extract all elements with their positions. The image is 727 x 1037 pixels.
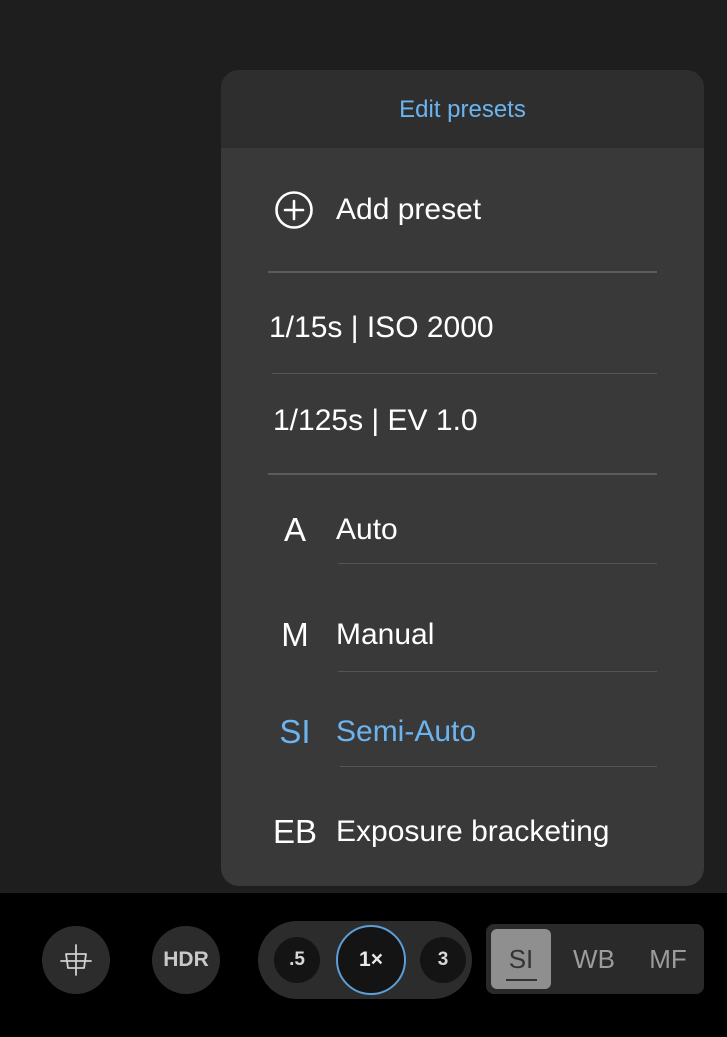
hdr-label: HDR <box>163 948 209 971</box>
mode-abbr: EB <box>272 813 318 850</box>
zoom-1x-button[interactable]: 1× <box>336 925 406 995</box>
divider <box>340 766 657 767</box>
zoom-selector: .5 1× 3 <box>258 921 472 999</box>
plus-circle-icon <box>274 190 314 230</box>
grid-button[interactable] <box>42 926 110 994</box>
add-preset-item[interactable]: Add preset <box>221 180 704 240</box>
mode-abbr: M <box>281 616 309 653</box>
divider <box>268 473 657 475</box>
saved-preset-label: 1/15s | ISO 2000 <box>269 311 494 344</box>
mode-selector: SI WB MF <box>486 924 704 994</box>
mode-wb-button[interactable]: WB <box>562 929 626 989</box>
mode-item-exposure-bracketing[interactable]: EB Exposure bracketing <box>221 802 704 862</box>
mode-label: Manual <box>336 618 435 651</box>
selected-underline <box>506 979 537 981</box>
mode-abbr: SI <box>279 713 311 750</box>
hdr-button[interactable]: HDR <box>152 926 220 994</box>
mode-si-button[interactable]: SI <box>491 929 551 989</box>
grid-crosshair-icon <box>58 942 94 978</box>
mode-item-manual[interactable]: M Manual <box>221 605 704 665</box>
saved-preset-item[interactable]: 1/125s | EV 1.0 <box>221 391 704 451</box>
menu-header: Edit presets <box>221 70 704 148</box>
mode-item-auto[interactable]: A Auto <box>221 500 704 560</box>
mode-label: Exposure bracketing <box>336 815 610 848</box>
mode-item-semi-auto[interactable]: SI Semi-Auto <box>221 702 704 762</box>
mode-mf-button[interactable]: MF <box>636 929 700 989</box>
mode-abbr: A <box>283 511 306 548</box>
mode-si-label: SI <box>508 943 534 974</box>
preset-menu: Edit presets Add preset 1/15s | ISO 2000… <box>221 70 704 886</box>
divider <box>338 671 657 672</box>
divider <box>338 563 657 564</box>
edit-presets-button[interactable]: Edit presets <box>399 96 526 124</box>
divider <box>268 271 657 273</box>
mode-label: Auto <box>336 513 398 546</box>
zoom-3-button[interactable]: 3 <box>420 937 466 983</box>
add-preset-label: Add preset <box>336 193 482 226</box>
zoom-0-5-button[interactable]: .5 <box>274 937 320 983</box>
mode-label: Semi-Auto <box>336 715 477 748</box>
camera-toolbar: HDR .5 1× 3 SI WB MF <box>0 893 727 1037</box>
saved-preset-label: 1/125s | EV 1.0 <box>273 404 478 437</box>
divider <box>272 373 657 374</box>
saved-preset-item[interactable]: 1/15s | ISO 2000 <box>221 298 704 358</box>
